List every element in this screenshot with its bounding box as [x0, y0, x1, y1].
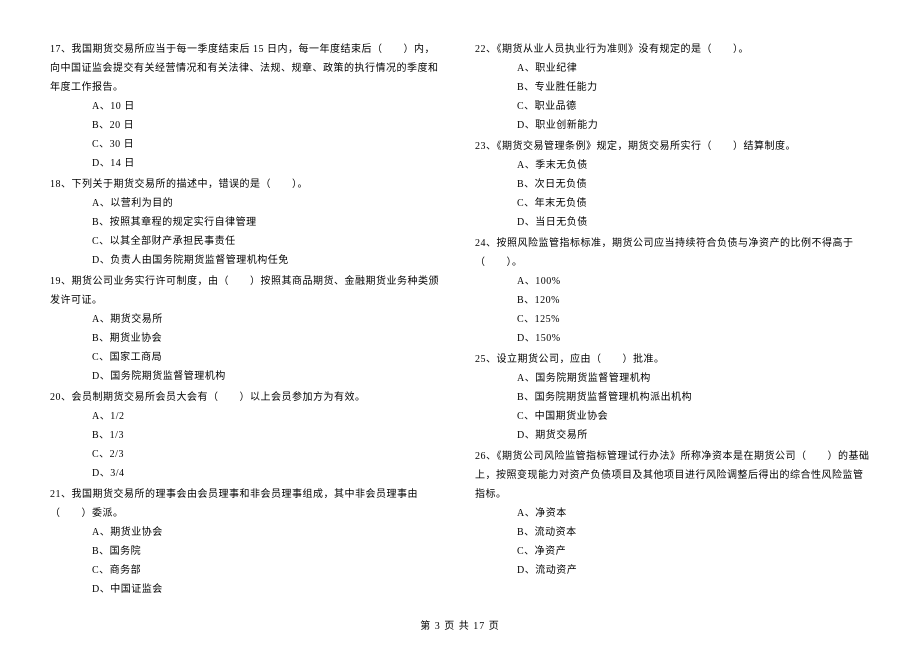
option-b: B、次日无负债	[517, 175, 870, 194]
options: A、期货交易所 B、期货业协会 C、国家工商局 D、国务院期货监督管理机构	[50, 310, 445, 386]
option-a: A、100%	[517, 272, 870, 291]
question-text: 23、《期货交易管理条例》规定，期货交易所实行（ ）结算制度。	[475, 137, 870, 156]
option-c: C、年末无负债	[517, 194, 870, 213]
exam-columns: 17、我国期货交易所应当于每一季度结束后 15 日内，每一年度结束后（ ）内，向…	[50, 40, 870, 600]
option-d: D、期货交易所	[517, 426, 870, 445]
options: A、季末无负债 B、次日无负债 C、年末无负债 D、当日无负债	[475, 156, 870, 232]
option-a: A、净资本	[517, 504, 870, 523]
option-b: B、专业胜任能力	[517, 78, 870, 97]
question-25: 25、设立期货公司，应由（ ）批准。 A、国务院期货监督管理机构 B、国务院期货…	[475, 350, 870, 445]
question-text: 17、我国期货交易所应当于每一季度结束后 15 日内，每一年度结束后（ ）内，向…	[50, 40, 445, 97]
option-d: D、负责人由国务院期货监督管理机构任免	[92, 251, 445, 270]
option-c: C、中国期货业协会	[517, 407, 870, 426]
question-19: 19、期货公司业务实行许可制度，由（ ）按照其商品期货、金融期货业务种类颁发许可…	[50, 272, 445, 386]
option-a: A、期货交易所	[92, 310, 445, 329]
question-18: 18、下列关于期货交易所的描述中，错误的是（ ）。 A、以营利为目的 B、按照其…	[50, 175, 445, 270]
question-22: 22、《期货从业人员执业行为准则》没有规定的是（ ）。 A、职业纪律 B、专业胜…	[475, 40, 870, 135]
question-text: 19、期货公司业务实行许可制度，由（ ）按照其商品期货、金融期货业务种类颁发许可…	[50, 272, 445, 310]
option-c: C、125%	[517, 310, 870, 329]
question-text: 26、《期货公司风险监管指标管理试行办法》所称净资本是在期货公司（ ）的基础上，…	[475, 447, 870, 504]
option-b: B、20 日	[92, 116, 445, 135]
right-column: 22、《期货从业人员执业行为准则》没有规定的是（ ）。 A、职业纪律 B、专业胜…	[475, 40, 870, 600]
option-d: D、当日无负债	[517, 213, 870, 232]
option-b: B、120%	[517, 291, 870, 310]
option-b: B、国务院期货监督管理机构派出机构	[517, 388, 870, 407]
option-d: D、职业创新能力	[517, 116, 870, 135]
options: A、职业纪律 B、专业胜任能力 C、职业品德 D、职业创新能力	[475, 59, 870, 135]
question-text: 18、下列关于期货交易所的描述中，错误的是（ ）。	[50, 175, 445, 194]
option-a: A、国务院期货监督管理机构	[517, 369, 870, 388]
question-17: 17、我国期货交易所应当于每一季度结束后 15 日内，每一年度结束后（ ）内，向…	[50, 40, 445, 173]
option-a: A、以营利为目的	[92, 194, 445, 213]
question-20: 20、会员制期货交易所会员大会有（ ）以上会员参加方为有效。 A、1/2 B、1…	[50, 388, 445, 483]
option-d: D、流动资产	[517, 561, 870, 580]
option-d: D、中国证监会	[92, 580, 445, 599]
option-b: B、国务院	[92, 542, 445, 561]
option-b: B、按照其章程的规定实行自律管理	[92, 213, 445, 232]
option-d: D、国务院期货监督管理机构	[92, 367, 445, 386]
option-a: A、期货业协会	[92, 523, 445, 542]
options: A、100% B、120% C、125% D、150%	[475, 272, 870, 348]
options: A、期货业协会 B、国务院 C、商务部 D、中国证监会	[50, 523, 445, 599]
options: A、以营利为目的 B、按照其章程的规定实行自律管理 C、以其全部财产承担民事责任…	[50, 194, 445, 270]
option-c: C、净资产	[517, 542, 870, 561]
option-b: B、期货业协会	[92, 329, 445, 348]
option-a: A、季末无负债	[517, 156, 870, 175]
option-c: C、以其全部财产承担民事责任	[92, 232, 445, 251]
options: A、净资本 B、流动资本 C、净资产 D、流动资产	[475, 504, 870, 580]
option-a: A、10 日	[92, 97, 445, 116]
question-21: 21、我国期货交易所的理事会由会员理事和非会员理事组成，其中非会员理事由（ ）委…	[50, 485, 445, 599]
question-text: 24、按照风险监管指标标准，期货公司应当持续符合负债与净资产的比例不得高于（ ）…	[475, 234, 870, 272]
question-26: 26、《期货公司风险监管指标管理试行办法》所称净资本是在期货公司（ ）的基础上，…	[475, 447, 870, 580]
question-text: 21、我国期货交易所的理事会由会员理事和非会员理事组成，其中非会员理事由（ ）委…	[50, 485, 445, 523]
option-c: C、商务部	[92, 561, 445, 580]
question-text: 20、会员制期货交易所会员大会有（ ）以上会员参加方为有效。	[50, 388, 445, 407]
question-23: 23、《期货交易管理条例》规定，期货交易所实行（ ）结算制度。 A、季末无负债 …	[475, 137, 870, 232]
question-text: 25、设立期货公司，应由（ ）批准。	[475, 350, 870, 369]
option-c: C、30 日	[92, 135, 445, 154]
options: A、10 日 B、20 日 C、30 日 D、14 日	[50, 97, 445, 173]
options: A、1/2 B、1/3 C、2/3 D、3/4	[50, 407, 445, 483]
option-c: C、职业品德	[517, 97, 870, 116]
left-column: 17、我国期货交易所应当于每一季度结束后 15 日内，每一年度结束后（ ）内，向…	[50, 40, 445, 600]
question-24: 24、按照风险监管指标标准，期货公司应当持续符合负债与净资产的比例不得高于（ ）…	[475, 234, 870, 348]
page-footer: 第 3 页 共 17 页	[0, 617, 920, 632]
option-d: D、150%	[517, 329, 870, 348]
option-a: A、1/2	[92, 407, 445, 426]
option-d: D、14 日	[92, 154, 445, 173]
option-d: D、3/4	[92, 464, 445, 483]
option-c: C、国家工商局	[92, 348, 445, 367]
option-c: C、2/3	[92, 445, 445, 464]
option-a: A、职业纪律	[517, 59, 870, 78]
option-b: B、流动资本	[517, 523, 870, 542]
option-b: B、1/3	[92, 426, 445, 445]
options: A、国务院期货监督管理机构 B、国务院期货监督管理机构派出机构 C、中国期货业协…	[475, 369, 870, 445]
question-text: 22、《期货从业人员执业行为准则》没有规定的是（ ）。	[475, 40, 870, 59]
